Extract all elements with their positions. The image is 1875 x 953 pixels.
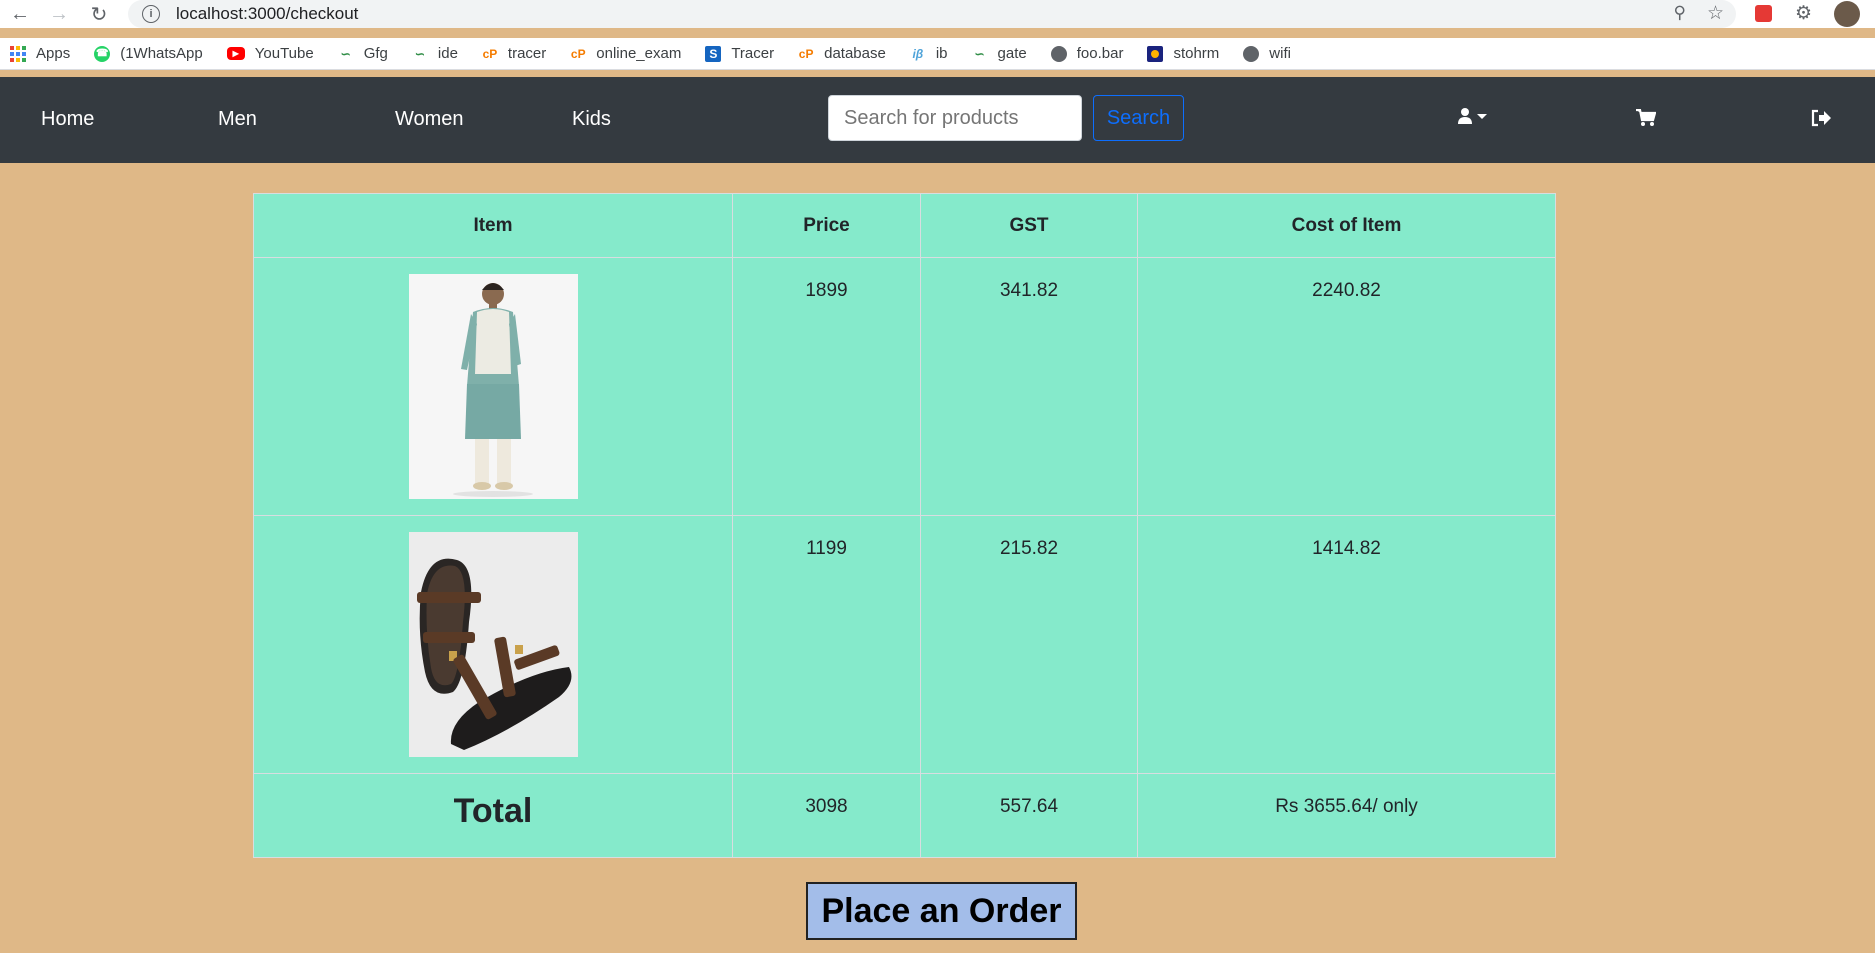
- browser-toolbar: ← → ↻ i localhost:3000/checkout ⚲ ☆ ⚙: [0, 0, 1875, 28]
- header-price: Price: [732, 193, 921, 258]
- nav-men[interactable]: Men: [218, 108, 257, 131]
- bookmark-label: (1WhatsApp: [120, 45, 203, 62]
- bookmarks-bar: Apps ☎ (1WhatsApp ▶ YouTube ∽ Gfg ∽ ide …: [0, 38, 1875, 70]
- codepen-icon: cP: [570, 46, 586, 61]
- bookmark-label: Apps: [36, 45, 71, 62]
- bookmark-label: foo.bar: [1076, 45, 1124, 62]
- forward-arrow-icon[interactable]: →: [47, 2, 71, 26]
- bookmark-stohrm[interactable]: stohrm: [1147, 45, 1219, 62]
- bookmark-ide[interactable]: ∽ ide: [412, 45, 458, 62]
- search-button[interactable]: Search: [1093, 95, 1184, 141]
- total-label-cell: Total: [253, 773, 733, 858]
- bookmark-gate[interactable]: ∽ gate: [972, 45, 1027, 62]
- extensions-puzzle-icon[interactable]: ⚙: [1795, 2, 1812, 25]
- url-text: localhost:3000/checkout: [176, 4, 359, 23]
- codepen-icon: cP: [798, 46, 814, 61]
- ib-icon: iβ: [912, 46, 924, 61]
- search-input[interactable]: [828, 95, 1082, 141]
- extension-shield-icon[interactable]: [1755, 5, 1772, 22]
- place-order-button[interactable]: Place an Order: [806, 882, 1077, 940]
- bookmark-label: YouTube: [254, 45, 314, 62]
- total-row: Total 3098 557.64 Rs 3655.64/ only: [253, 773, 1556, 858]
- whatsapp-icon: ☎: [94, 45, 111, 62]
- apps-grid-icon: [10, 45, 26, 62]
- bookmark-label: tracer: [507, 45, 547, 62]
- codepen-icon: cP: [482, 46, 498, 61]
- bookmark-tracer[interactable]: cP tracer: [482, 45, 547, 62]
- nav-kids[interactable]: Kids: [572, 108, 611, 131]
- reload-icon[interactable]: ↻: [87, 2, 111, 26]
- bookmark-foobar[interactable]: foo.bar: [1050, 45, 1124, 62]
- item-cell: [253, 515, 733, 774]
- bookmark-youtube[interactable]: ▶ YouTube: [226, 45, 314, 62]
- logout-icon[interactable]: [1811, 109, 1831, 133]
- header-gst: GST: [920, 193, 1138, 258]
- bookmark-label: wifi: [1269, 45, 1291, 62]
- gfg-icon: ∽: [340, 46, 351, 61]
- bookmark-ib[interactable]: iβ ib: [910, 45, 948, 62]
- bookmark-wifi[interactable]: wifi: [1243, 45, 1291, 62]
- bookmark-label: Tracer: [731, 45, 775, 62]
- globe-icon: [1243, 45, 1260, 62]
- cart-icon[interactable]: [1636, 108, 1657, 133]
- bookmark-apps[interactable]: Apps: [10, 45, 70, 62]
- back-arrow-icon[interactable]: ←: [8, 2, 32, 26]
- cost-cell: 2240.82: [1137, 257, 1556, 516]
- star-icon[interactable]: ☆: [1707, 2, 1724, 25]
- cost-cell: 1414.82: [1137, 515, 1556, 774]
- checkout-table: Item Price GST Cost of Item 1899 341.82 …: [253, 193, 1556, 858]
- stohrm-icon: [1147, 45, 1164, 62]
- bookmark-label: online_exam: [596, 45, 682, 62]
- item-cell: [253, 257, 733, 516]
- bookmark-whatsapp[interactable]: ☎ (1WhatsApp: [94, 45, 203, 62]
- kurta-jacket-product-image[interactable]: [408, 274, 578, 499]
- s-icon: S: [705, 45, 722, 62]
- site-info-icon[interactable]: i: [142, 5, 160, 23]
- gfg-icon: ∽: [414, 46, 425, 61]
- profile-avatar[interactable]: [1834, 1, 1860, 27]
- price-cell: 1199: [732, 515, 921, 774]
- globe-icon: [1050, 45, 1067, 62]
- youtube-icon: ▶: [226, 47, 245, 60]
- bookmark-database[interactable]: cP database: [798, 45, 886, 62]
- gst-cell: 215.82: [920, 515, 1138, 774]
- total-gst-cell: 557.64: [920, 773, 1138, 858]
- total-cost-cell: Rs 3655.64/ only: [1137, 773, 1556, 858]
- sandals-product-image[interactable]: [408, 532, 578, 757]
- price-cell: 1899: [732, 257, 921, 516]
- bookmark-tracer-s[interactable]: S Tracer: [705, 45, 774, 62]
- bookmark-label: database: [824, 45, 886, 62]
- gst-cell: 341.82: [920, 257, 1138, 516]
- bookmark-label: gate: [997, 45, 1027, 62]
- table-row: 1899 341.82 2240.82: [253, 257, 1556, 516]
- bookmark-online-exam[interactable]: cP online_exam: [570, 45, 681, 62]
- address-bar[interactable]: i localhost:3000/checkout ⚲ ☆: [128, 0, 1736, 28]
- user-dropdown-icon[interactable]: [1457, 107, 1491, 133]
- bookmark-label: stohrm: [1173, 45, 1220, 62]
- nav-women[interactable]: Women: [395, 108, 464, 131]
- header-item: Item: [253, 193, 733, 258]
- gfg-icon: ∽: [974, 46, 985, 61]
- key-icon[interactable]: ⚲: [1674, 3, 1686, 23]
- total-price-cell: 3098: [732, 773, 921, 858]
- bookmark-label: ib: [935, 45, 948, 62]
- nav-home[interactable]: Home: [41, 108, 94, 131]
- header-cost: Cost of Item: [1137, 193, 1556, 258]
- bookmark-gfg[interactable]: ∽ Gfg: [338, 45, 388, 62]
- table-row: 1199 215.82 1414.82: [253, 515, 1556, 774]
- bookmark-label: Gfg: [363, 45, 388, 62]
- table-header-row: Item Price GST Cost of Item: [253, 193, 1556, 258]
- total-label: Total: [453, 792, 533, 830]
- bookmark-label: ide: [437, 45, 458, 62]
